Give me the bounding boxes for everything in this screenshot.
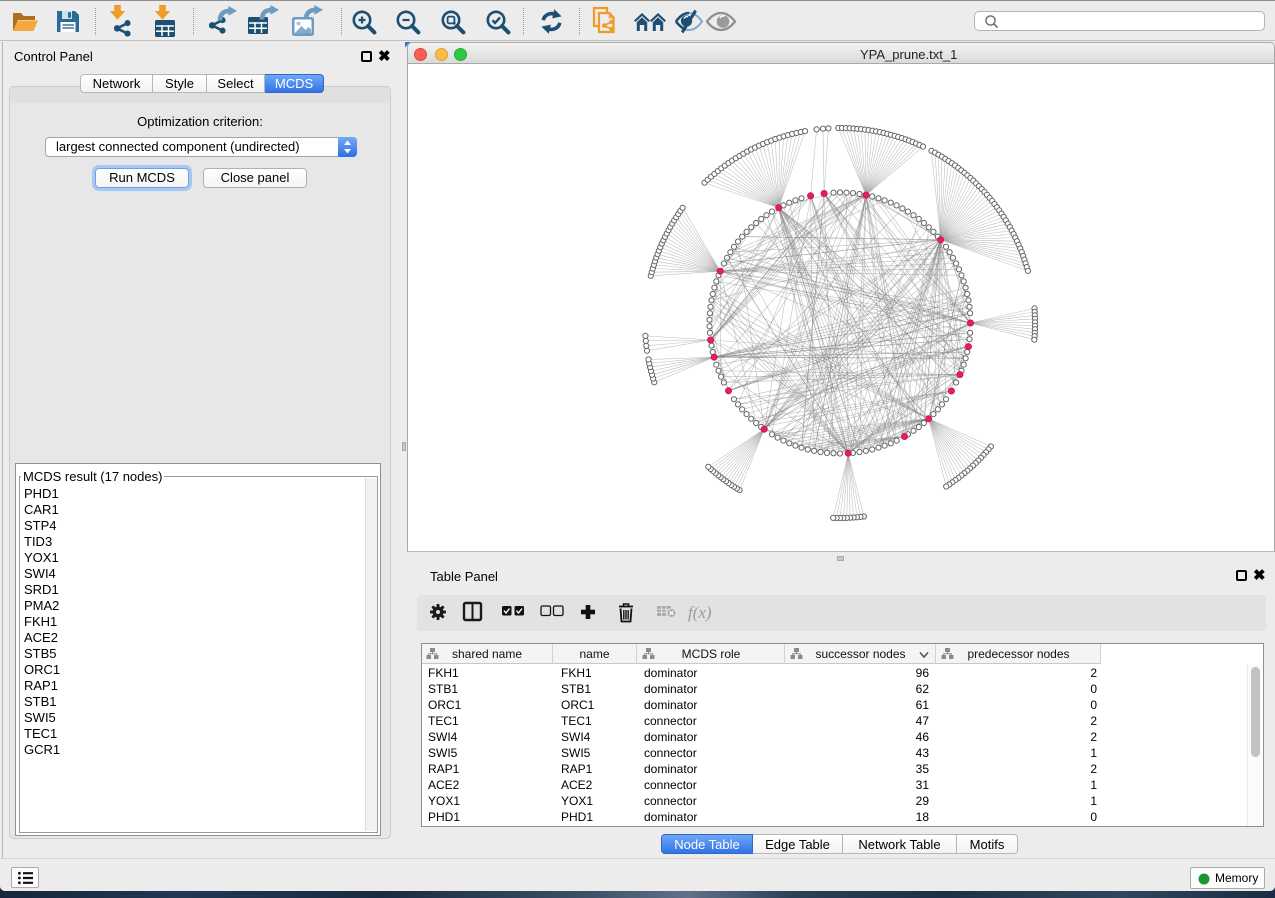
svg-text:f(x): f(x) [688,603,712,622]
